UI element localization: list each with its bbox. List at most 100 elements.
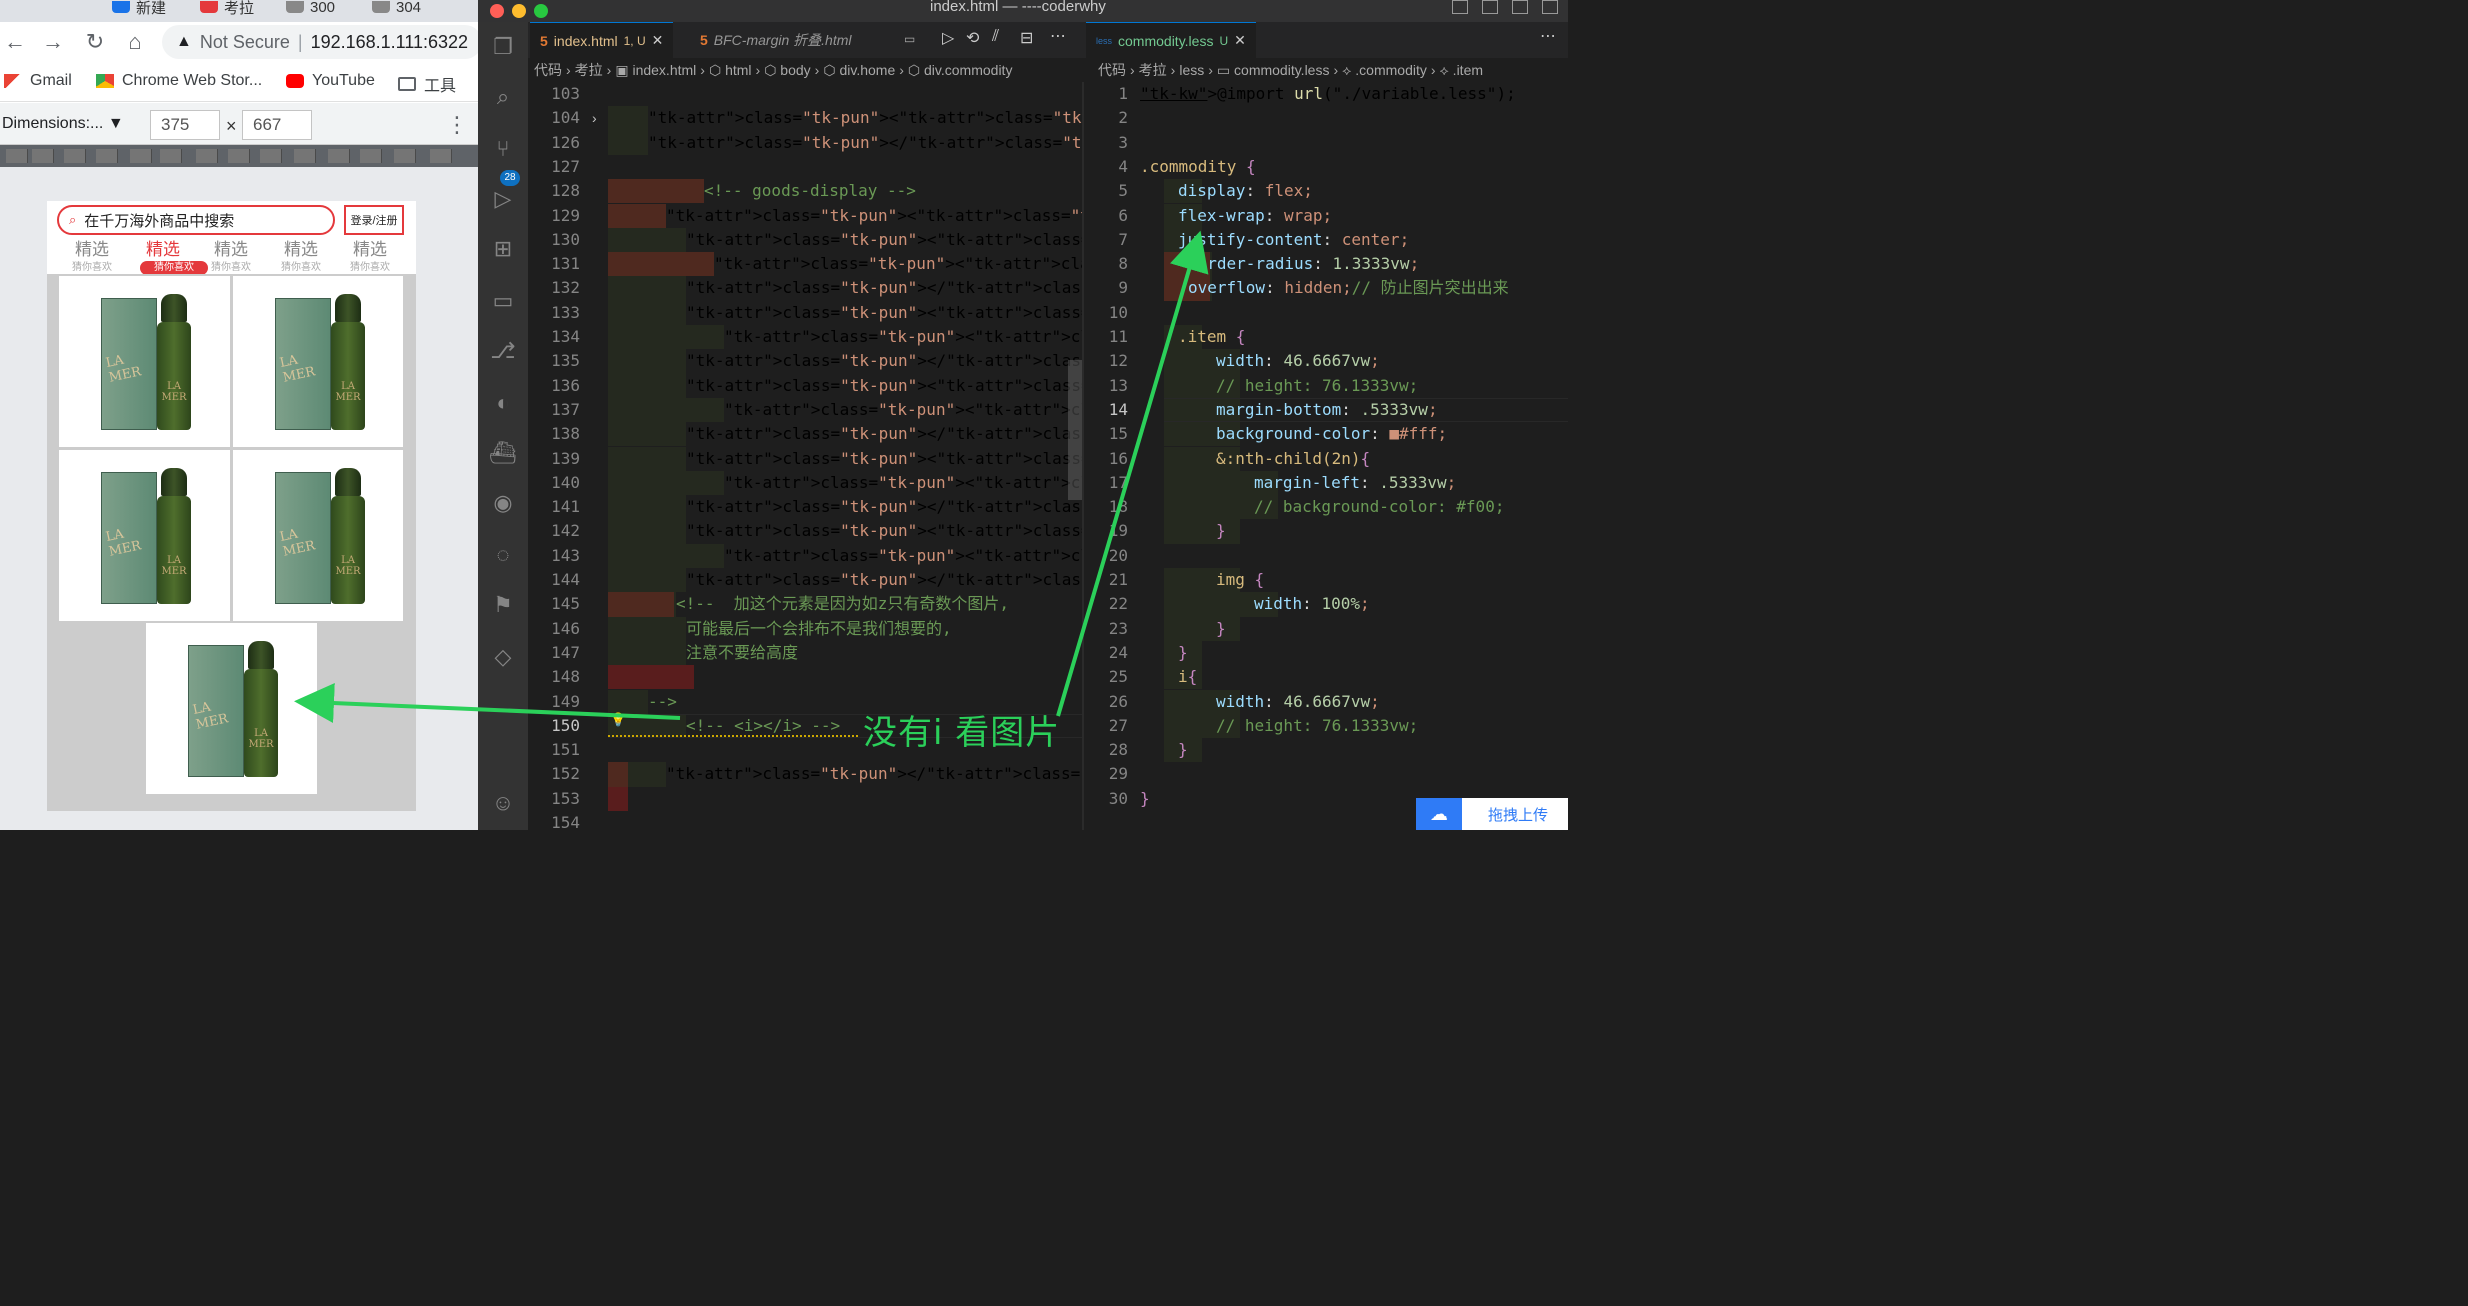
- toggle-sidebar-icon[interactable]: [1452, 0, 1468, 14]
- toggle-panel-icon[interactable]: [1482, 0, 1498, 14]
- code-line[interactable]: width: 46.6667vw;: [1216, 349, 1380, 373]
- code-line[interactable]: width: 100%;: [1254, 592, 1370, 616]
- security-status[interactable]: Not Secure: [200, 32, 290, 53]
- toggle-secondary-sidebar-icon[interactable]: [1512, 0, 1528, 14]
- forward-arrow-icon[interactable]: →: [38, 22, 68, 62]
- commodity-item[interactable]: LA MER LA MER: [233, 276, 403, 447]
- docker-icon[interactable]: ⛴: [489, 440, 517, 466]
- code-line[interactable]: "tk-attr">class="tk-pun"></"tk-attr">cla…: [648, 131, 1082, 155]
- code-line[interactable]: // height: 76.1333vw;: [1216, 714, 1418, 738]
- scrollbar[interactable]: [1068, 360, 1082, 500]
- code-line[interactable]: &:nth-child(2n){: [1216, 447, 1370, 471]
- live-share-icon[interactable]: ◌: [490, 542, 516, 568]
- code-line[interactable]: "tk-attr">class="tk-pun"><"tk-attr">clas…: [686, 374, 1082, 398]
- code-line[interactable]: "tk-attr">class="tk-pun"><"tk-attr">clas…: [686, 519, 1082, 543]
- open-changes-icon[interactable]: ⟲: [966, 28, 979, 48]
- source-control-icon[interactable]: ⑂: [490, 136, 516, 162]
- more-actions-icon[interactable]: ⋯: [1050, 26, 1066, 46]
- code-line[interactable]: .commodity {: [1140, 155, 1256, 179]
- split-editor-icon[interactable]: ⊟: [1020, 28, 1033, 48]
- code-line[interactable]: justify-content: center;: [1178, 228, 1409, 252]
- code-line[interactable]: "tk-attr">class="tk-pun"><"tk-attr">clas…: [666, 204, 1082, 228]
- chrome-tab[interactable]: 304: [372, 0, 421, 16]
- login-button[interactable]: 登录/注册: [344, 205, 404, 235]
- fold-chevron-icon[interactable]: ›: [592, 106, 597, 130]
- breadcrumb-item[interactable]: ⟡ .commodity: [1342, 62, 1427, 79]
- code-line[interactable]: }: [1178, 641, 1188, 665]
- breadcrumb-item[interactable]: ▭ commodity.less: [1217, 62, 1330, 79]
- bookmarks-icon[interactable]: ⚑: [490, 592, 516, 618]
- code-line[interactable]: "tk-attr">class="tk-pun"></"tk-attr">cla…: [666, 762, 1082, 786]
- code-line[interactable]: flex-wrap: wrap;: [1178, 204, 1332, 228]
- category-tab[interactable]: 精选 猜你喜欢: [198, 240, 264, 275]
- commodity-item[interactable]: LA MER LA MER: [59, 276, 230, 447]
- run-icon[interactable]: ▷: [942, 28, 954, 48]
- code-line[interactable]: "tk-attr">class="tk-pun"><"tk-attr">clas…: [686, 301, 1082, 325]
- bookmark-folder[interactable]: 工具: [398, 72, 456, 96]
- code-line[interactable]: "tk-attr">class="tk-pun"></"tk-attr">cla…: [686, 276, 1082, 300]
- timeline-icon[interactable]: ◇: [490, 644, 516, 670]
- chrome-tab[interactable]: 考拉: [200, 0, 254, 17]
- code-line[interactable]: margin-left: .5333vw;: [1254, 471, 1456, 495]
- category-tab[interactable]: 精选 猜你喜欢: [59, 240, 125, 275]
- code-line[interactable]: "tk-kw">@import url("./variable.less");: [1140, 82, 1516, 106]
- baidu-upload-widget[interactable]: ☁ 拖拽上传: [1416, 798, 1568, 830]
- code-line[interactable]: }: [1140, 787, 1150, 811]
- go-live-icon[interactable]: ⫽: [992, 28, 999, 46]
- code-line[interactable]: }: [1216, 617, 1226, 641]
- media-query-ruler[interactable]: [0, 145, 478, 167]
- lightbulb-icon[interactable]: 💡: [610, 712, 626, 728]
- code-line[interactable]: "tk-attr">class="tk-pun"></"tk-attr">cla…: [686, 349, 1082, 373]
- breadcrumb-item[interactable]: 考拉: [575, 60, 603, 80]
- git-graph-icon[interactable]: ⎇: [490, 338, 516, 364]
- device-width-input[interactable]: 375: [150, 110, 220, 140]
- edge-devtools-icon[interactable]: ◐: [490, 390, 516, 416]
- customize-layout-icon[interactable]: [1542, 0, 1558, 14]
- code-line[interactable]: border-radius: 1.3333vw;: [1188, 252, 1419, 276]
- chrome-tab[interactable]: 300: [286, 0, 335, 16]
- commodity-item[interactable]: LA MER LA MER: [233, 450, 403, 621]
- category-tab[interactable]: 精选 猜你喜欢: [337, 240, 403, 275]
- code-line[interactable]: overflow: hidden;// 防止图片突出出来: [1188, 276, 1509, 300]
- breadcrumb-item[interactable]: ⬡ div.commodity: [908, 62, 1013, 79]
- tab-commodity-less[interactable]: less commodity.less U ✕: [1086, 22, 1256, 58]
- code-line[interactable]: 可能最后一个会排布不是我们想要的,: [686, 617, 952, 641]
- search-input[interactable]: ⌕ 在千万海外商品中搜索: [57, 205, 335, 235]
- code-line[interactable]: "tk-attr">class="tk-pun"><"tk-attr">clas…: [686, 447, 1082, 471]
- code-line[interactable]: img {: [1216, 568, 1264, 592]
- code-line[interactable]: "tk-attr">class="tk-pun"><"tk-attr">clas…: [724, 325, 1082, 349]
- code-line[interactable]: "tk-attr">class="tk-pun"></"tk-attr">cla…: [686, 568, 1082, 592]
- reload-icon[interactable]: ↻: [80, 22, 110, 62]
- run-debug-icon[interactable]: ▷: [490, 186, 516, 212]
- code-line[interactable]: width: 46.6667vw;: [1216, 690, 1380, 714]
- minimize-window-icon[interactable]: [512, 4, 526, 18]
- bookmark-web-store[interactable]: Chrome Web Stor...: [96, 72, 262, 90]
- code-line[interactable]: "tk-attr">class="tk-pun"><"tk-attr">clas…: [724, 544, 1082, 568]
- code-line[interactable]: "tk-attr">class="tk-pun"><"tk-attr">clas…: [686, 228, 1082, 252]
- code-line[interactable]: // height: 76.1333vw;: [1216, 374, 1418, 398]
- code-line[interactable]: // background-color: #f00;: [1254, 495, 1504, 519]
- commodity-item[interactable]: LA MER LA MER: [59, 450, 230, 621]
- close-window-icon[interactable]: [490, 4, 504, 18]
- code-line[interactable]: -->: [648, 690, 677, 714]
- breadcrumb-item[interactable]: 考拉: [1139, 60, 1167, 80]
- code-line[interactable]: <!-- 加这个元素是因为如z只有奇数个图片,: [676, 592, 1009, 616]
- search-icon[interactable]: ⌕: [490, 84, 516, 110]
- code-line[interactable]: "tk-attr">class="tk-pun"></"tk-attr">cla…: [686, 422, 1082, 446]
- breadcrumb-item[interactable]: 代码: [534, 60, 562, 80]
- more-options-icon[interactable]: ⋮: [446, 112, 468, 138]
- back-arrow-icon[interactable]: ←: [0, 22, 30, 62]
- breadcrumb-item[interactable]: ▣ index.html: [615, 62, 696, 79]
- code-line[interactable]: "tk-attr">class="tk-pun"><"tk-attr">clas…: [724, 398, 1082, 422]
- commodity-item[interactable]: LA MER LA MER: [146, 623, 317, 794]
- category-tab[interactable]: 精选 猜你喜欢: [268, 240, 334, 275]
- bookmark-youtube[interactable]: YouTube: [286, 72, 375, 90]
- code-line[interactable]: background-color: ■#fff;: [1216, 422, 1447, 446]
- close-tab-icon[interactable]: ✕: [1234, 32, 1246, 49]
- code-line[interactable]: <!-- goods-display -->: [704, 179, 916, 203]
- breadcrumb-item[interactable]: 代码: [1098, 60, 1126, 80]
- home-icon[interactable]: ⌂: [120, 22, 150, 62]
- close-tab-icon[interactable]: ✕: [652, 32, 664, 49]
- breadcrumb-item[interactable]: ⬡ body: [764, 62, 810, 79]
- bookmark-gmail[interactable]: Gmail: [4, 72, 72, 90]
